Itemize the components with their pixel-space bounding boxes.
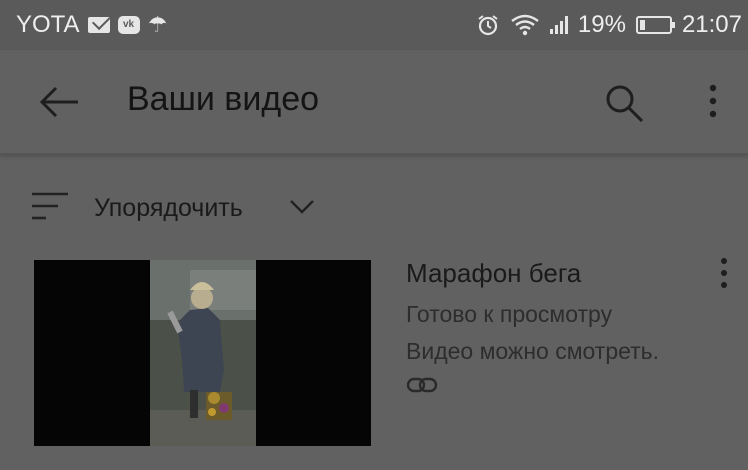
video-more-icon[interactable] <box>712 256 736 292</box>
more-vert-icon[interactable] <box>698 80 728 128</box>
signal-icon <box>549 16 568 34</box>
vk-icon: vk <box>117 16 140 34</box>
video-list-item[interactable]: Марафон бега Готово к просмотру Видео мо… <box>0 254 748 454</box>
page-title: Ваши видео <box>127 80 320 118</box>
video-description: Видео можно смотреть. <box>406 338 660 364</box>
umbrella-icon: ☂ <box>147 12 168 37</box>
video-status: Готово к просмотру <box>406 301 613 327</box>
carrier-label: YOTA <box>16 11 80 38</box>
wifi-icon <box>510 13 540 37</box>
back-arrow-icon[interactable] <box>34 80 84 124</box>
sort-control[interactable]: Упорядочить <box>0 175 748 241</box>
chevron-down-icon <box>288 197 316 217</box>
clock: 21:07 <box>681 11 742 38</box>
sort-label: Упорядочить <box>94 194 243 222</box>
alarm-icon <box>476 13 500 37</box>
mail-icon <box>87 17 110 33</box>
search-icon[interactable] <box>600 80 648 128</box>
link-icon <box>406 376 438 394</box>
video-title: Марафон бега <box>406 258 582 288</box>
thumbnail-image <box>150 260 256 446</box>
status-bar: YOTA vk ☂ 19% + 21:07 <box>0 0 748 50</box>
battery-icon: + <box>635 16 675 34</box>
app-bar: Ваши видео <box>0 50 748 155</box>
video-thumbnail[interactable] <box>34 260 371 446</box>
battery-percent: 19% <box>577 11 626 38</box>
sort-icon <box>30 189 70 223</box>
